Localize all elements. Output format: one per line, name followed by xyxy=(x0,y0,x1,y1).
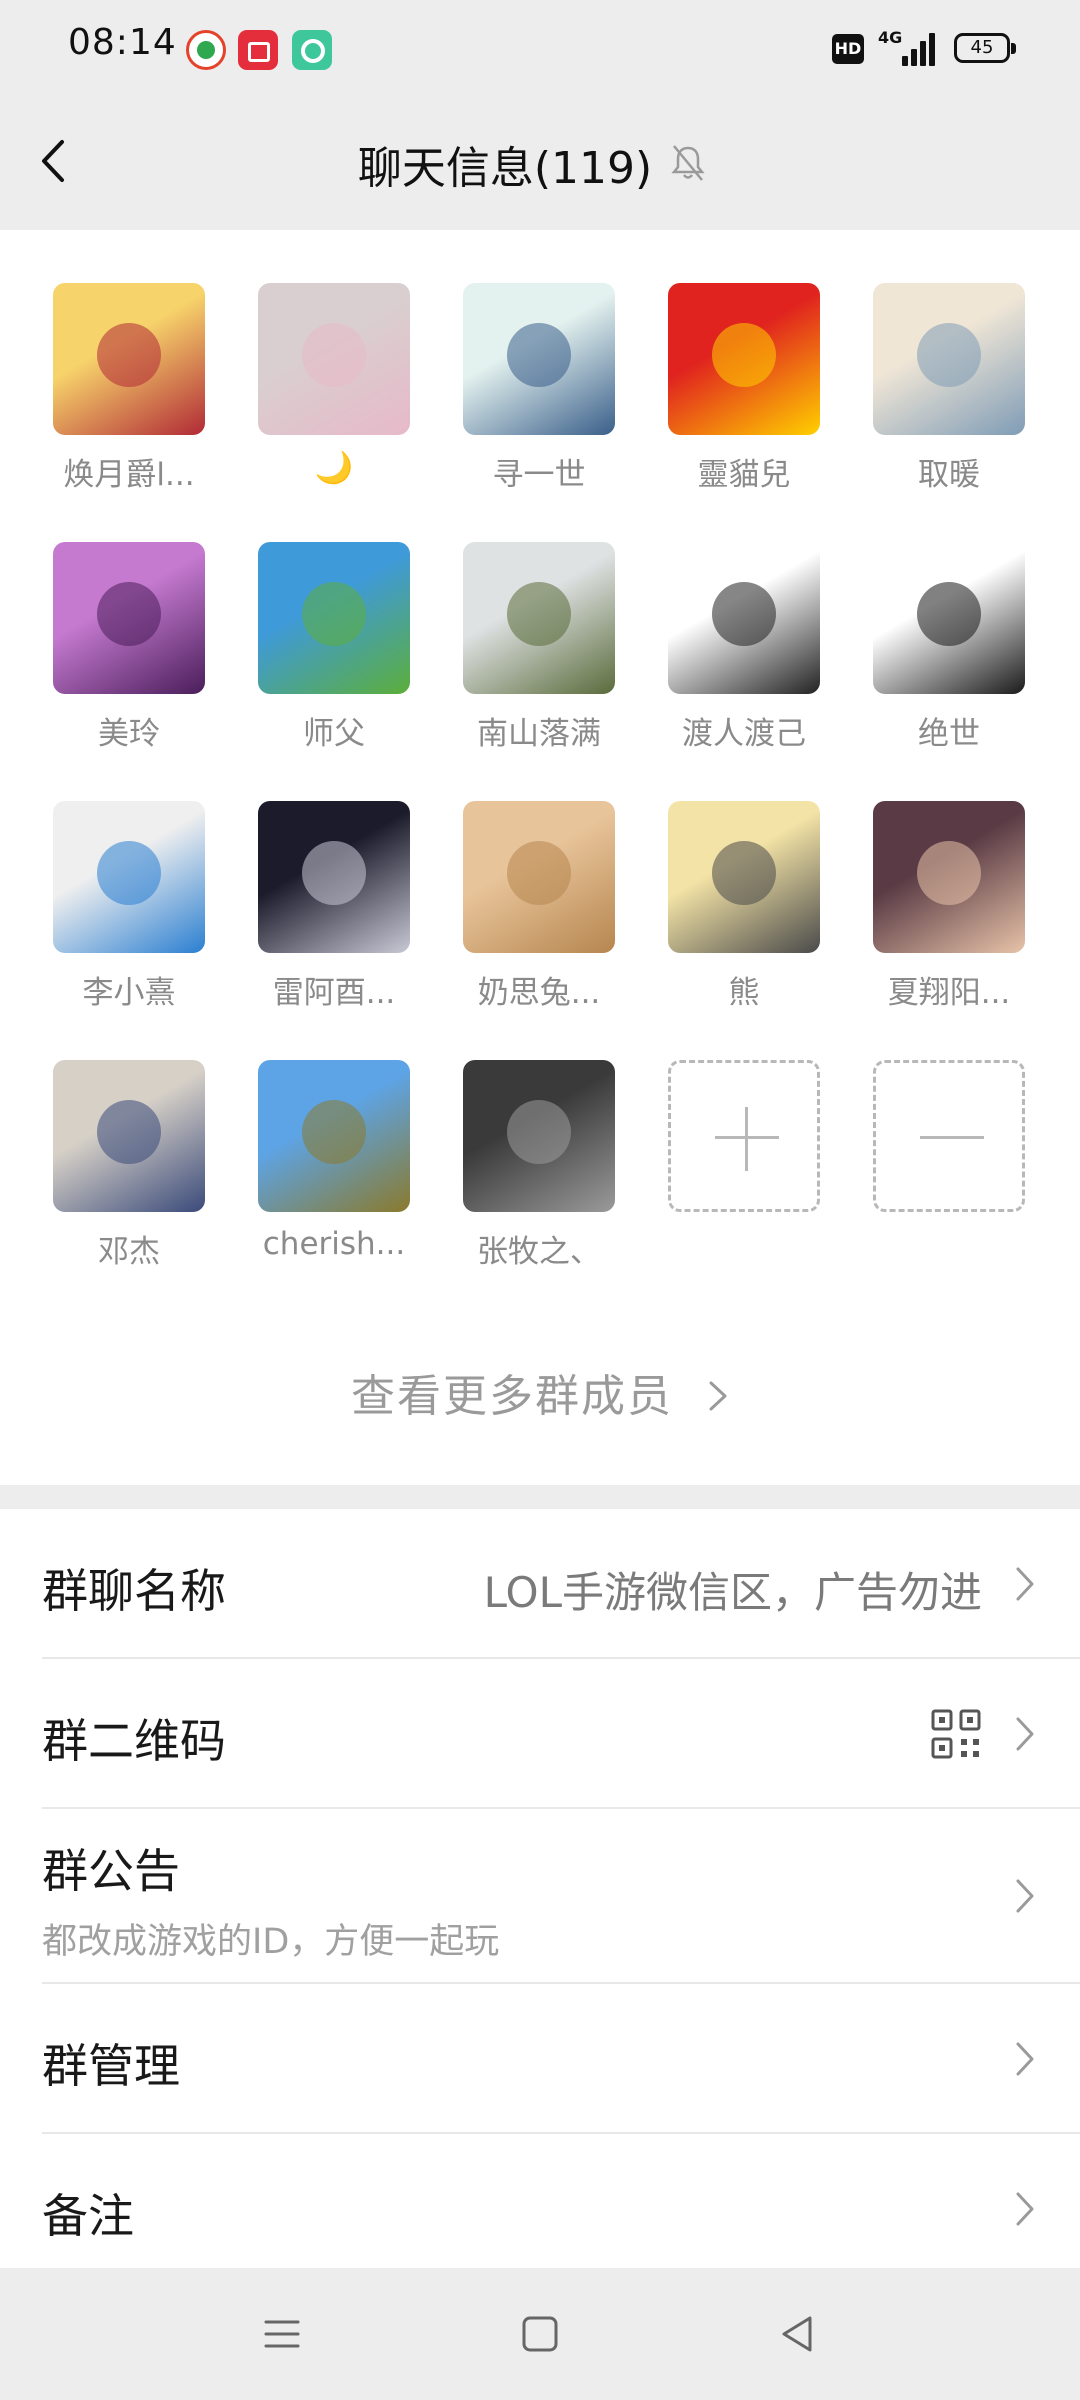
avatar xyxy=(258,283,410,435)
avatar xyxy=(53,542,205,694)
home-icon[interactable] xyxy=(518,2312,562,2356)
avatar xyxy=(463,801,615,953)
member-name: cherish... xyxy=(262,1226,406,1262)
member-name: 绝世 xyxy=(918,716,980,752)
member-item[interactable]: 奶思兔... xyxy=(454,801,624,1012)
member-item[interactable]: 师父 xyxy=(249,542,419,753)
page-title: 聊天信息(119) xyxy=(357,143,653,194)
announcement-text: 都改成游戏的ID，方便一起玩 xyxy=(42,1922,500,1962)
member-item[interactable]: 绝世 xyxy=(864,542,1034,753)
member-name: 师父 xyxy=(303,716,365,752)
avatar xyxy=(873,542,1025,694)
member-name: 夏翔阳... xyxy=(887,975,1011,1011)
member-name: 张牧之、 xyxy=(477,1234,601,1270)
chevron-right-icon xyxy=(709,1381,727,1411)
avatar xyxy=(463,283,615,435)
avatar xyxy=(258,801,410,953)
chevron-right-icon xyxy=(1016,1567,1034,1601)
note-label: 备注 xyxy=(42,2189,134,2243)
member-item[interactable]: 取暖 xyxy=(864,283,1034,494)
mute-bell-icon xyxy=(671,145,705,181)
minus-icon xyxy=(873,1060,1025,1212)
chevron-right-icon xyxy=(1016,2042,1034,2076)
member-item[interactable]: cherish... xyxy=(249,1060,419,1262)
member-name: 雷阿酉... xyxy=(272,975,396,1011)
member-name: 李小熹 xyxy=(82,975,176,1011)
avatar xyxy=(53,801,205,953)
member-name: 🌙 xyxy=(314,450,354,486)
group-qr-label: 群二维码 xyxy=(42,1714,226,1768)
remove-member-button[interactable] xyxy=(864,1060,1034,1212)
avatar xyxy=(873,283,1025,435)
member-name: 寻一世 xyxy=(492,457,586,493)
avatar xyxy=(463,1060,615,1212)
avatar xyxy=(53,1060,205,1212)
members-grid: 焕月爵l... 🌙 寻一世 靈貓兒 取暖美玲 师父 南山落满 渡人渡己 绝世李小熹 雷阿酉... 奶… xyxy=(0,230,1080,1485)
chevron-right-icon xyxy=(1016,1717,1034,1751)
group-name-row[interactable]: 群聊名称 LOL手游微信区，广告勿进 xyxy=(0,1509,1080,1659)
avatar xyxy=(53,283,205,435)
view-more-members-link[interactable]: 查看更多群成员 xyxy=(0,1360,1080,1424)
chevron-right-icon xyxy=(1016,2192,1034,2226)
battery-icon: 45 xyxy=(954,33,1016,63)
member-item[interactable]: 熊 xyxy=(659,801,829,1012)
announcement-label: 群公告 xyxy=(42,1844,180,1898)
member-item[interactable]: 🌙 xyxy=(249,283,419,486)
avatar xyxy=(463,542,615,694)
member-item[interactable]: 渡人渡己 xyxy=(659,542,829,753)
back-triangle-icon[interactable] xyxy=(776,2312,820,2356)
group-qr-row[interactable]: 群二维码 xyxy=(0,1659,1080,1809)
video-app-icon xyxy=(238,30,278,70)
note-row[interactable]: 备注 xyxy=(0,2134,1080,2268)
member-item[interactable]: 美玲 xyxy=(44,542,214,753)
member-name: 取暖 xyxy=(918,457,980,493)
hd-badge: HD xyxy=(832,34,864,64)
plus-icon xyxy=(668,1060,820,1212)
battery-level: 45 xyxy=(970,37,994,58)
member-name: 南山落满 xyxy=(477,716,601,752)
group-manage-row[interactable]: 群管理 xyxy=(0,1984,1080,2134)
group-manage-label: 群管理 xyxy=(42,2039,180,2093)
nav-bar: 聊天信息(119) xyxy=(0,96,1080,230)
member-name: 熊 xyxy=(728,975,760,1011)
member-item[interactable]: 张牧之、 xyxy=(454,1060,624,1271)
group-name-label: 群聊名称 xyxy=(42,1564,226,1618)
add-member-button[interactable] xyxy=(659,1060,829,1212)
system-nav-bar xyxy=(0,2268,1080,2400)
menu-icon[interactable] xyxy=(260,2312,304,2356)
chevron-right-icon xyxy=(1016,1879,1034,1913)
view-more-label: 查看更多群成员 xyxy=(351,1371,673,1422)
signal-icon xyxy=(896,30,938,66)
member-name: 美玲 xyxy=(98,716,160,752)
announcement-row[interactable]: 群公告 都改成游戏的ID，方便一起玩 xyxy=(0,1809,1080,1984)
member-item[interactable]: 雷阿酉... xyxy=(249,801,419,1012)
avatar xyxy=(258,1060,410,1212)
avatar xyxy=(668,283,820,435)
member-item[interactable]: 李小熹 xyxy=(44,801,214,1012)
member-item[interactable]: 夏翔阳... xyxy=(864,801,1034,1012)
avatar xyxy=(668,801,820,953)
qr-code-icon xyxy=(931,1709,981,1759)
member-name: 焕月爵l... xyxy=(63,457,195,493)
member-item[interactable]: 靈貓兒 xyxy=(659,283,829,494)
group-name-value: LOL手游微信区，广告勿进 xyxy=(483,1568,982,1617)
notification-app-icon xyxy=(186,30,226,70)
avatar xyxy=(873,801,1025,953)
member-item[interactable]: 邓杰 xyxy=(44,1060,214,1271)
member-name: 奶思兔... xyxy=(477,975,601,1011)
member-name: 邓杰 xyxy=(98,1234,160,1270)
avatar xyxy=(668,542,820,694)
member-name: 渡人渡己 xyxy=(682,716,806,752)
member-item[interactable]: 南山落满 xyxy=(454,542,624,753)
member-name: 靈貓兒 xyxy=(697,457,791,493)
avatar xyxy=(258,542,410,694)
green-app-icon xyxy=(292,30,332,70)
status-time: 08:14 xyxy=(68,22,177,63)
member-item[interactable]: 寻一世 xyxy=(454,283,624,494)
status-bar: 08:14 HD 4G 45 xyxy=(0,0,1080,96)
section-divider xyxy=(0,1485,1080,1509)
member-item[interactable]: 焕月爵l... xyxy=(44,283,214,494)
